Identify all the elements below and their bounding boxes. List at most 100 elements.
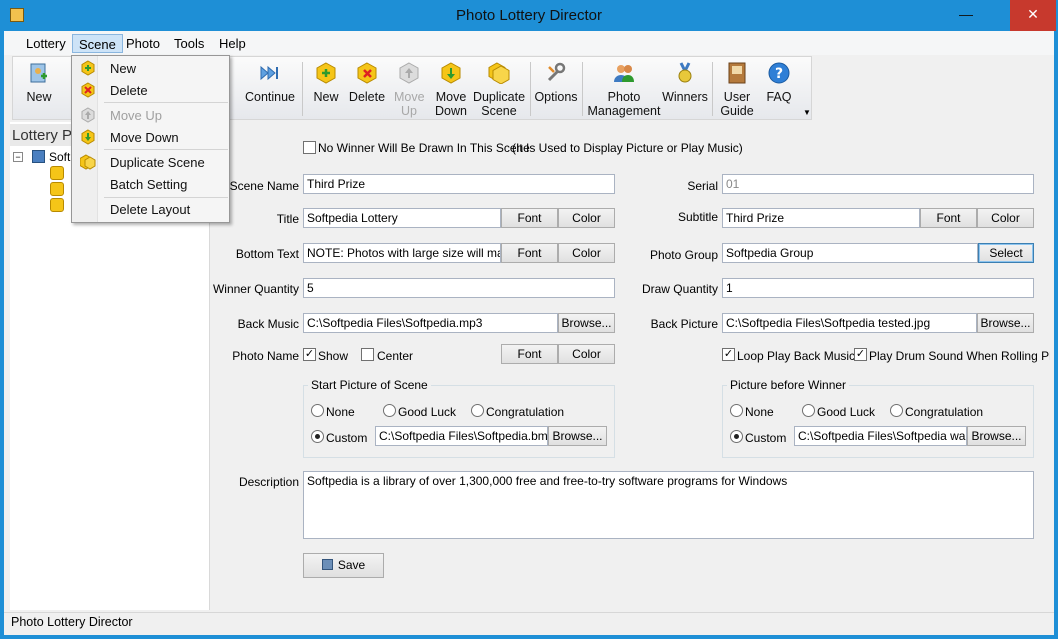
start-good-luck-radio[interactable] [383,404,396,417]
continue-button[interactable]: Continue [242,58,298,104]
photo-name-label: Photo Name [232,349,299,363]
hexagon-delete-icon [81,82,95,98]
winner-quantity-input[interactable]: 5 [303,278,615,298]
scene-delete-button[interactable]: Delete [348,58,386,104]
status-text: Photo Lottery Director [11,615,133,629]
subtitle-color-button[interactable]: Color [977,208,1034,228]
photo-group-input[interactable]: Softpedia Group [722,243,978,263]
menu-help[interactable]: Help [213,34,252,53]
menu-lottery[interactable]: Lottery [20,34,72,53]
before-custom-browse-button[interactable]: Browse... [967,426,1026,446]
before-custom-radio[interactable] [730,430,743,443]
menu-scene-duplicate[interactable]: Duplicate Scene [110,155,205,170]
start-picture-group [303,385,615,458]
bottom-text-font-button[interactable]: Font [501,243,558,263]
move-down-button[interactable]: Move Down [432,58,470,118]
photo-group-label: Photo Group [649,248,718,262]
bottom-text-color-button[interactable]: Color [558,243,615,263]
menu-scene-move-up[interactable]: Move Up [110,108,162,123]
tree-scene-icon[interactable] [50,166,64,180]
scene-new-button[interactable]: New [310,58,342,104]
photo-name-font-button[interactable]: Font [501,344,558,364]
user-guide-button[interactable]: User Guide [718,58,756,118]
save-button[interactable]: Save [303,553,384,578]
toolbar-separator [712,62,713,116]
menu-scene-delete-layout[interactable]: Delete Layout [110,202,190,217]
menu-scene-new[interactable]: New [110,61,136,76]
hexagon-delete-icon [357,62,377,84]
menu-scene-batch-setting[interactable]: Batch Setting [110,177,187,192]
before-custom-label: Custom [745,431,787,445]
winner-quantity-label: Winner Quantity [212,282,299,296]
status-bar [4,612,1054,635]
back-music-browse-button[interactable]: Browse... [558,313,615,333]
description-label: Description [238,475,299,489]
menu-scene-move-down[interactable]: Move Down [110,130,179,145]
drum-sound-checkbox[interactable]: ✓ [854,348,867,361]
menu-separator [104,197,228,198]
no-winner-checkbox[interactable] [303,141,316,154]
description-textarea[interactable]: Softpedia is a library of over 1,300,000… [303,471,1034,539]
before-good-luck-radio[interactable] [802,404,815,417]
title-input[interactable]: Softpedia Lottery [303,208,501,228]
lottery-new-button[interactable]: New [20,58,58,104]
show-label: Show [318,349,349,363]
move-up-icon [399,62,419,84]
photo-group-select-button[interactable]: Select [978,243,1034,263]
menu-scene[interactable]: Scene [72,34,123,53]
center-checkbox[interactable] [361,348,374,361]
menu-tools[interactable]: Tools [168,34,210,53]
draw-quantity-input[interactable]: 1 [722,278,1034,298]
tree-scene-icon[interactable] [50,182,64,196]
start-none-radio[interactable] [311,404,324,417]
svg-text:?: ? [775,66,783,82]
scene-name-input[interactable]: Third Prize [303,174,615,194]
title-font-button[interactable]: Font [501,208,558,228]
photo-management-button[interactable]: Photo Management [586,58,662,118]
before-none-radio[interactable] [730,404,743,417]
back-picture-browse-button[interactable]: Browse... [977,313,1034,333]
minimize-button[interactable]: — [950,0,982,31]
subtitle-input[interactable]: Third Prize [722,208,920,228]
menu-photo[interactable]: Photo [120,34,166,53]
start-custom-radio[interactable] [311,430,324,443]
medal-icon [678,62,692,83]
picture-before-winner-group [722,385,1034,458]
draw-quantity-label: Draw Quantity [641,282,718,296]
tree-collapse-icon[interactable]: − [13,152,23,162]
winners-button[interactable]: Winners [662,58,708,104]
before-congratulation-radio[interactable] [890,404,903,417]
loop-music-checkbox[interactable]: ✓ [722,348,735,361]
photo-name-color-button[interactable]: Color [558,344,615,364]
duplicate-scene-button[interactable]: Duplicate Scene [472,58,526,118]
start-congratulation-radio[interactable] [471,404,484,417]
before-custom-path-input[interactable]: C:\Softpedia Files\Softpedia wallpap [794,426,967,446]
faq-button[interactable]: ? FAQ [762,58,796,104]
start-custom-label: Custom [326,431,368,445]
start-picture-group-title: Start Picture of Scene [308,378,431,392]
start-custom-path-input[interactable]: C:\Softpedia Files\Softpedia.bmp [375,426,548,446]
title-color-button[interactable]: Color [558,208,615,228]
tree-root-icon [32,150,45,163]
tree-scene-icon[interactable] [50,198,64,212]
toolbar-separator [582,62,583,116]
continue-icon [260,65,278,81]
start-custom-browse-button[interactable]: Browse... [548,426,607,446]
back-music-input[interactable]: C:\Softpedia Files\Softpedia.mp3 [303,313,558,333]
before-good-luck-label: Good Luck [817,405,876,419]
duplicate-icon [488,62,510,84]
subtitle-font-button[interactable]: Font [920,208,977,228]
toolbar-overflow-icon[interactable]: ▼ [803,108,811,117]
bottom-text-input[interactable]: NOTE: Photos with large size will make p [303,243,501,263]
options-button[interactable]: Options [534,58,578,104]
start-congratulation-label: Congratulation [486,405,565,419]
show-checkbox[interactable]: ✓ [303,348,316,361]
serial-input[interactable]: 01 [722,174,1034,194]
picture-before-winner-group-title: Picture before Winner [727,378,850,392]
menu-scene-delete[interactable]: Delete [110,83,148,98]
duplicate-icon [80,154,96,170]
back-picture-input[interactable]: C:\Softpedia Files\Softpedia tested.jpg [722,313,977,333]
tree-root-item[interactable]: Softpedia [49,150,71,164]
move-up-button[interactable]: Move Up [394,58,425,118]
close-button[interactable]: ✕ [1010,0,1056,31]
